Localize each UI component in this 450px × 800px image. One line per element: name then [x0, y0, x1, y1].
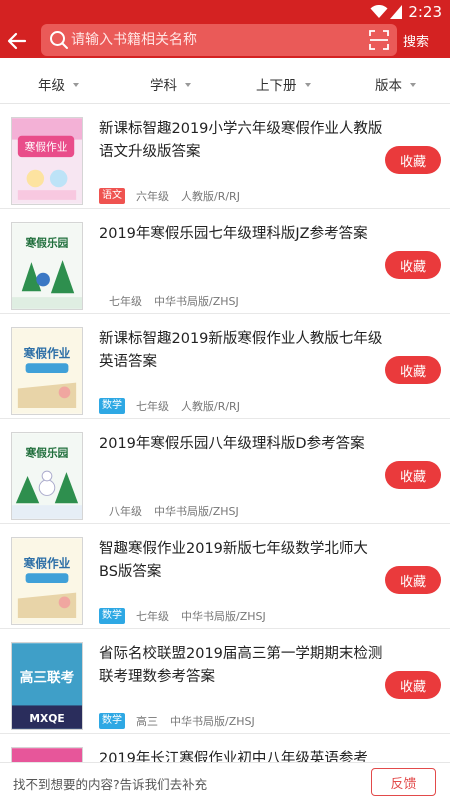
- favorite-button[interactable]: 收藏: [385, 356, 441, 384]
- back-arrow-icon[interactable]: [6, 30, 28, 52]
- list-item[interactable]: 寒假作业 新课标智趣2019小学六年级寒假作业人教版语文升级版答案 语文 六年级…: [0, 105, 450, 209]
- grade-label: 高三: [136, 715, 158, 728]
- filter-label: 上下册: [256, 78, 297, 94]
- filter-grade[interactable]: 年级: [38, 74, 79, 94]
- book-title: 省际名校联盟2019届高三第一学期期末检测联考理数参考答案: [99, 646, 383, 685]
- book-meta: 数学 七年级 中华书局版/ZHSJ: [99, 607, 266, 625]
- list-item[interactable]: 寒假乐园 2019年寒假乐园七年级理科版JZ参考答案 七年级 中华书局版/ZHS…: [0, 210, 450, 314]
- grade-label: 七年级: [136, 610, 169, 623]
- grade-label: 八年级: [109, 505, 142, 518]
- cover-text: 寒假作业: [23, 346, 71, 360]
- grade-label: 七年级: [109, 295, 142, 308]
- status-bar: 2:23: [0, 0, 450, 24]
- subject-tag: 语文: [99, 188, 125, 204]
- publisher-label: 中华书局版/ZHSJ: [154, 505, 239, 518]
- scan-icon[interactable]: [367, 28, 391, 52]
- caret-down-icon: [304, 82, 311, 87]
- book-title: 2019年寒假乐园八年级理科版D参考答案: [99, 436, 365, 452]
- book-title: 新课标智趣2019小学六年级寒假作业人教版语文升级版答案: [99, 121, 383, 160]
- subject-tag: 数学: [99, 398, 125, 414]
- grade-label: 七年级: [136, 400, 169, 413]
- favorite-button[interactable]: 收藏: [385, 146, 441, 174]
- top-bar: 搜索: [0, 24, 450, 58]
- favorite-button[interactable]: 收藏: [385, 671, 441, 699]
- publisher-label: 中华书局版/ZHSJ: [170, 715, 255, 728]
- book-cover: 寒假乐园: [11, 222, 83, 310]
- filter-label: 学科: [150, 78, 177, 94]
- grade-label: 六年级: [136, 190, 169, 203]
- list-item[interactable]: 高三联考 MXQE 省际名校联盟2019届高三第一学期期末检测联考理数参考答案 …: [0, 630, 450, 734]
- book-cover: 寒假乐园: [11, 432, 83, 520]
- book-meta: 八年级 中华书局版/ZHSJ: [99, 502, 239, 520]
- publisher-label: 人教版/R/RJ: [181, 400, 240, 413]
- publisher-label: 中华书局版/ZHSJ: [154, 295, 239, 308]
- book-cover: 寒假作业: [11, 537, 83, 625]
- caret-down-icon: [185, 82, 191, 87]
- book-meta: 语文 六年级 人教版/R/RJ: [99, 187, 240, 205]
- book-title: 新课标智趣2019新版寒假作业人教版七年级英语答案: [99, 331, 383, 370]
- filter-label: 年级: [38, 78, 65, 94]
- cover-text: 寒假乐园: [25, 237, 69, 250]
- search-button[interactable]: 搜索: [403, 31, 429, 50]
- filter-subject[interactable]: 学科: [150, 74, 191, 94]
- list-item[interactable]: 寒假乐园 2019年寒假乐园八年级理科版D参考答案 八年级 中华书局版/ZHSJ…: [0, 420, 450, 524]
- cover-text: 高三联考: [20, 669, 75, 686]
- book-title: 2019年寒假乐园七年级理科版JZ参考答案: [99, 226, 368, 242]
- status-time: 2:23: [408, 3, 442, 21]
- signal-icon: [390, 5, 402, 19]
- book-meta: 七年级 中华书局版/ZHSJ: [99, 292, 239, 310]
- filter-volume[interactable]: 上下册: [256, 74, 311, 94]
- list-item[interactable]: 寒假作业 智趣寒假作业2019新版七年级数学北师大BS版答案 数学 七年级 中华…: [0, 525, 450, 629]
- cover-text-secondary: MXQE: [29, 712, 64, 725]
- filter-bar: 年级 学科 上下册 版本: [0, 62, 450, 104]
- cover-text: 寒假作业: [23, 556, 71, 570]
- cover-text: 寒假乐园: [25, 447, 69, 460]
- book-title: 智趣寒假作业2019新版七年级数学北师大BS版答案: [99, 541, 368, 580]
- caret-down-icon: [410, 82, 416, 87]
- book-cover: 高三联考 MXQE: [11, 642, 83, 730]
- list-item[interactable]: 寒假作业 新课标智趣2019新版寒假作业人教版七年级英语答案 数学 七年级 人教…: [0, 315, 450, 419]
- publisher-label: 人教版/R/RJ: [181, 190, 240, 203]
- book-meta: 数学 七年级 人教版/R/RJ: [99, 397, 240, 415]
- favorite-button[interactable]: 收藏: [385, 461, 441, 489]
- subject-tag: 数学: [99, 713, 125, 729]
- search-icon: [50, 31, 68, 49]
- feedback-prompt: 找不到想要的内容?告诉我们去补充: [13, 777, 208, 792]
- wifi-icon: [370, 5, 388, 18]
- search-input[interactable]: [71, 24, 361, 56]
- book-meta: 数学 高三 中华书局版/ZHSJ: [99, 712, 255, 730]
- filter-label: 版本: [375, 78, 402, 94]
- book-cover: 寒假作业: [11, 117, 83, 205]
- cover-text: 寒假作业: [25, 140, 68, 153]
- favorite-button[interactable]: 收藏: [385, 566, 441, 594]
- filter-edition[interactable]: 版本: [375, 74, 416, 94]
- subject-tag: 数学: [99, 608, 125, 624]
- caret-down-icon: [73, 82, 79, 87]
- publisher-label: 中华书局版/ZHSJ: [181, 610, 266, 623]
- feedback-button[interactable]: 反馈: [371, 768, 436, 796]
- bottom-bar: 找不到想要的内容?告诉我们去补充 反馈: [0, 762, 450, 800]
- search-box[interactable]: [41, 24, 397, 56]
- favorite-button[interactable]: 收藏: [385, 251, 441, 279]
- book-cover: 寒假作业: [11, 327, 83, 415]
